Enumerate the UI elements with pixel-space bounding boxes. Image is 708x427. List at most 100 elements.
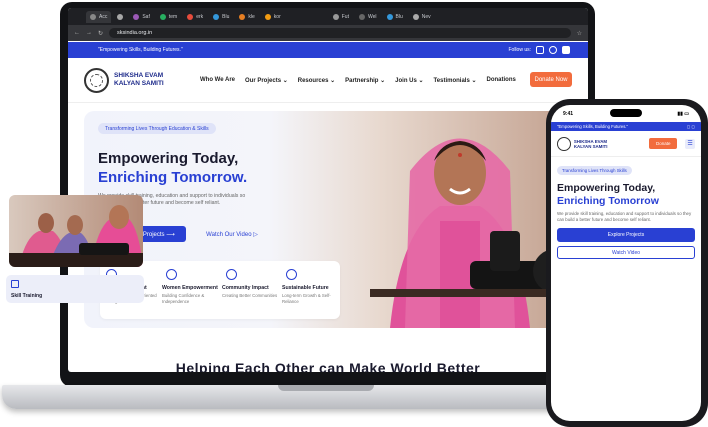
phone-hero: Transforming Lives Through Skills Empowe… [551,157,701,259]
heart-icon [166,269,177,280]
donate-now-button[interactable]: Donate Now [530,72,572,87]
brand-line-2: KALYAN SAMITI [573,143,608,149]
browser-tab-strip: Acc Saf tem erk Blu kle kor Fut Wel Blu … [68,8,588,25]
facebook-icon[interactable] [549,46,557,54]
tab-favicon-icon [90,13,96,20]
topbar-tagline: "Empowering Skills, Building Futures." [98,47,183,53]
hero-title-line-1: Empowering Today, [98,150,239,167]
battery-icon: ▮▮ ▭ [677,110,689,117]
hero-section: Transforming Lives Through Education & S… [84,111,576,328]
site-topbar: "Empowering Skills, Building Futures." F… [68,42,588,58]
follow-label: Follow us: [508,47,531,53]
hamburger-menu-icon[interactable]: ☰ [685,138,695,149]
women-sewing-illustration [9,205,143,267]
browser-tab[interactable]: tem [156,11,181,23]
nav-partnership[interactable]: Partnership ⌄ [345,77,385,84]
browser-tab[interactable]: Saf [129,11,154,23]
tab-label: Blu [395,13,403,20]
nav-who-we-are[interactable]: Who We Are [200,77,235,84]
tab-label: Fut [341,13,349,20]
nav-resources[interactable]: Resources ⌄ [298,77,335,84]
feature-sustainable-future: Sustainable Future Long-term Growth & Se… [282,269,338,319]
mockup-stage: Acc Saf tem erk Blu kle kor Fut Wel Blu … [0,0,708,427]
feature-title: Sustainable Future [282,285,329,291]
browser-tab[interactable]: erk [183,11,207,23]
browser-tab[interactable]: Blu [209,11,233,23]
browser-tab[interactable]: Nev [409,11,435,23]
brand-line-1: SHIKSHA EVAM [114,72,164,79]
tab-favicon-icon [187,13,194,20]
hero-woman-image [370,138,576,328]
feature-community-impact: Community Impact Creating Better Communi… [222,269,278,319]
url-text: sksindia.org.in [117,30,153,36]
phone-pill-badge: Transforming Lives Through Skills [557,166,632,175]
nav-testimonials[interactable]: Testimonials ⌄ [434,77,477,84]
reload-icon[interactable]: ↻ [98,30,103,37]
tab-label: kle [248,13,255,20]
address-bar[interactable]: sksindia.org.in [109,28,571,38]
phone-tagline: "Empowering Skills, Building Futures." [557,124,628,129]
nav-join-us[interactable]: Join Us ⌄ [395,77,423,84]
phone-topbar: "Empowering Skills, Building Futures." ◻… [551,122,701,131]
status-time: 9:41 [563,110,574,117]
laptop-screen: Acc Saf tem erk Blu kle kor Fut Wel Blu … [68,8,588,372]
browser-tab[interactable]: Wel [355,11,381,23]
browser-tab[interactable]: kle [235,11,258,23]
instagram-icon[interactable]: ◻ ◻ [687,124,695,129]
phone-feature-card[interactable]: Skill Training [6,275,144,303]
section-headline: Helping Each Other can Make World Better [175,360,481,372]
site-logo[interactable] [84,67,109,93]
tab-favicon-icon [412,13,419,20]
tab-label: Saf [142,13,150,20]
forward-icon[interactable]: → [86,30,92,36]
social-links: Follow us: [508,46,570,54]
tab-label: Nev [421,13,431,20]
tab-favicon-icon [133,13,140,20]
tab-favicon-icon [213,13,220,20]
brand-line-2: KALYAN SAMITI [114,80,164,87]
phone-navbar: SHIKSHA EVAM KALYAN SAMITI Donate ☰ [551,131,701,157]
card-title: Skill Training [11,293,43,299]
phone-description: We provide skill training, education and… [557,211,692,222]
browser-tab[interactable]: Fut [329,11,353,23]
tab-favicon-icon [159,13,166,20]
tab-label: Acc [99,13,108,20]
feature-title: Community Impact [222,285,269,291]
nav-donations[interactable]: Donations [486,77,515,84]
feature-women-empowerment: Women Empowerment Building Confidence & … [162,269,218,319]
growth-icon [286,269,297,280]
logo-emblem-icon [90,73,103,87]
community-icon [226,269,237,280]
tab-label: Blu [222,13,230,20]
star-icon[interactable]: ☆ [577,30,582,37]
hero-title-line-2: Enriching Tomorrow. [98,169,248,186]
phone-title-line-2: Enriching Tomorrow [557,195,659,207]
phone-title-line-1: Empowering Today, [557,182,656,194]
youtube-icon[interactable] [562,46,570,54]
phone-logo[interactable] [557,136,571,151]
watch-video-button[interactable]: Watch Our Video ▷ [196,226,268,242]
hero-pill-badge: Transforming Lives Through Education & S… [98,123,216,134]
browser-tab[interactable]: kor [261,11,285,23]
browser-tab[interactable] [113,11,127,23]
nav-our-projects[interactable]: Our Projects ⌄ [245,77,288,84]
back-icon[interactable]: ← [74,30,80,36]
feature-title: Women Empowerment [162,285,218,291]
brand-name[interactable]: SHIKSHA EVAM KALYAN SAMITI [114,72,178,88]
laptop-notch [278,385,374,391]
browser-tab[interactable]: Acc [86,10,112,23]
instagram-icon[interactable] [536,46,544,54]
tab-label: Wel [367,13,377,20]
building-icon [11,280,19,288]
phone-brand[interactable]: SHIKSHA EVAM KALYAN SAMITI [574,139,618,149]
phone-explore-button[interactable]: Explore Projects [557,228,695,242]
tab-favicon-icon [386,13,393,20]
tab-favicon-icon [332,13,339,20]
feature-subtitle: Long-term Growth & Self-Reliance [282,293,331,304]
feature-subtitle: Building Confidence & Independence [162,293,205,304]
tab-label: kor [273,13,281,20]
phone-watch-video-button[interactable]: Watch Video [557,246,695,259]
phone-screen: 9:41 ▮▮ ▭ "Empowering Skills, Building F… [551,105,701,421]
browser-tab[interactable]: Blu [383,11,407,23]
phone-donate-button[interactable]: Donate [649,138,678,149]
